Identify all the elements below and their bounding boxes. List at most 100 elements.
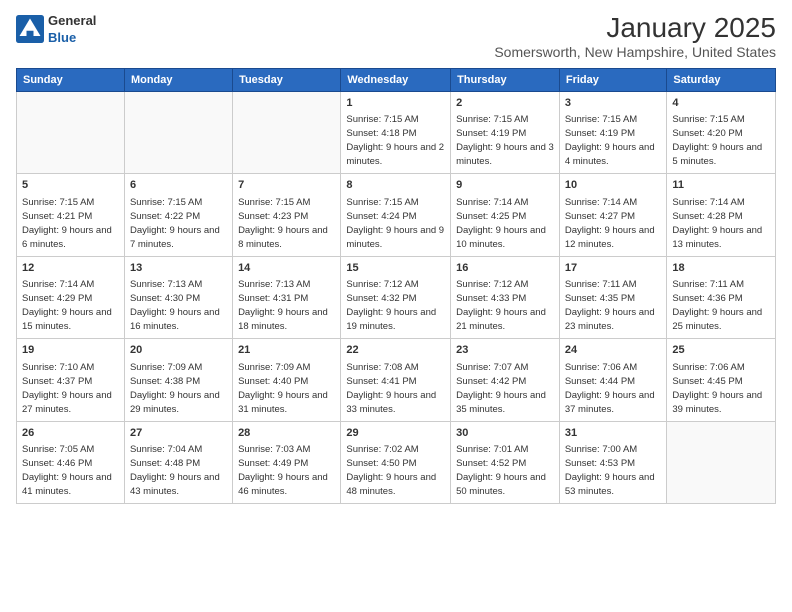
day-info: Sunrise: 7:08 AMSunset: 4:41 PMDaylight:… [346,362,436,415]
day-info: Sunrise: 7:12 AMSunset: 4:32 PMDaylight:… [346,279,436,332]
week-row-2: 5 Sunrise: 7:15 AMSunset: 4:21 PMDayligh… [17,174,776,256]
calendar-cell-w2-d2: 7 Sunrise: 7:15 AMSunset: 4:23 PMDayligh… [233,174,341,256]
day-info: Sunrise: 7:05 AMSunset: 4:46 PMDaylight:… [22,444,112,497]
calendar-cell-w2-d0: 5 Sunrise: 7:15 AMSunset: 4:21 PMDayligh… [17,174,125,256]
day-number: 22 [346,343,445,358]
week-row-1: 1 Sunrise: 7:15 AMSunset: 4:18 PMDayligh… [17,92,776,174]
calendar-cell-w3-d4: 16 Sunrise: 7:12 AMSunset: 4:33 PMDaylig… [451,256,560,338]
day-info: Sunrise: 7:09 AMSunset: 4:38 PMDaylight:… [130,362,220,415]
calendar-cell-w5-d0: 26 Sunrise: 7:05 AMSunset: 4:46 PMDaylig… [17,421,125,503]
col-wednesday: Wednesday [341,69,451,92]
calendar-cell-w5-d4: 30 Sunrise: 7:01 AMSunset: 4:52 PMDaylig… [451,421,560,503]
calendar-cell-w4-d1: 20 Sunrise: 7:09 AMSunset: 4:38 PMDaylig… [124,339,232,421]
week-row-4: 19 Sunrise: 7:10 AMSunset: 4:37 PMDaylig… [17,339,776,421]
day-number: 9 [456,178,554,193]
calendar-cell-w5-d5: 31 Sunrise: 7:00 AMSunset: 4:53 PMDaylig… [559,421,667,503]
calendar-cell-w1-d2 [233,92,341,174]
calendar-cell-w3-d1: 13 Sunrise: 7:13 AMSunset: 4:30 PMDaylig… [124,256,232,338]
calendar-cell-w1-d5: 3 Sunrise: 7:15 AMSunset: 4:19 PMDayligh… [559,92,667,174]
day-number: 4 [672,96,770,111]
calendar-cell-w3-d5: 17 Sunrise: 7:11 AMSunset: 4:35 PMDaylig… [559,256,667,338]
calendar-cell-w2-d3: 8 Sunrise: 7:15 AMSunset: 4:24 PMDayligh… [341,174,451,256]
day-number: 8 [346,178,445,193]
calendar-cell-w3-d6: 18 Sunrise: 7:11 AMSunset: 4:36 PMDaylig… [667,256,776,338]
day-info: Sunrise: 7:10 AMSunset: 4:37 PMDaylight:… [22,362,112,415]
calendar-cell-w4-d0: 19 Sunrise: 7:10 AMSunset: 4:37 PMDaylig… [17,339,125,421]
day-info: Sunrise: 7:00 AMSunset: 4:53 PMDaylight:… [565,444,655,497]
calendar-cell-w2-d4: 9 Sunrise: 7:14 AMSunset: 4:25 PMDayligh… [451,174,560,256]
day-info: Sunrise: 7:14 AMSunset: 4:25 PMDaylight:… [456,197,546,250]
day-number: 16 [456,261,554,276]
day-number: 7 [238,178,335,193]
day-number: 24 [565,343,662,358]
day-info: Sunrise: 7:04 AMSunset: 4:48 PMDaylight:… [130,444,220,497]
day-number: 29 [346,426,445,441]
day-number: 18 [672,261,770,276]
calendar-cell-w1-d6: 4 Sunrise: 7:15 AMSunset: 4:20 PMDayligh… [667,92,776,174]
day-number: 1 [346,96,445,111]
day-number: 12 [22,261,119,276]
calendar-cell-w4-d4: 23 Sunrise: 7:07 AMSunset: 4:42 PMDaylig… [451,339,560,421]
page: General Blue January 2025 Somersworth, N… [0,0,792,612]
month-title: January 2025 [494,12,776,44]
day-number: 30 [456,426,554,441]
day-info: Sunrise: 7:11 AMSunset: 4:36 PMDaylight:… [672,279,762,332]
col-friday: Friday [559,69,667,92]
calendar-cell-w1-d4: 2 Sunrise: 7:15 AMSunset: 4:19 PMDayligh… [451,92,560,174]
calendar-cell-w3-d3: 15 Sunrise: 7:12 AMSunset: 4:32 PMDaylig… [341,256,451,338]
logo-text: General Blue [48,12,96,46]
calendar-cell-w5-d1: 27 Sunrise: 7:04 AMSunset: 4:48 PMDaylig… [124,421,232,503]
day-number: 19 [22,343,119,358]
day-info: Sunrise: 7:14 AMSunset: 4:28 PMDaylight:… [672,197,762,250]
day-number: 6 [130,178,227,193]
logo-blue: Blue [48,29,96,46]
col-monday: Monday [124,69,232,92]
day-info: Sunrise: 7:15 AMSunset: 4:18 PMDaylight:… [346,114,444,167]
day-info: Sunrise: 7:15 AMSunset: 4:19 PMDaylight:… [456,114,554,167]
day-info: Sunrise: 7:02 AMSunset: 4:50 PMDaylight:… [346,444,436,497]
logo: General Blue [16,12,96,46]
calendar-cell-w5-d2: 28 Sunrise: 7:03 AMSunset: 4:49 PMDaylig… [233,421,341,503]
logo-general: General [48,12,96,29]
calendar-cell-w3-d2: 14 Sunrise: 7:13 AMSunset: 4:31 PMDaylig… [233,256,341,338]
day-number: 5 [22,178,119,193]
day-number: 11 [672,178,770,193]
day-info: Sunrise: 7:13 AMSunset: 4:30 PMDaylight:… [130,279,220,332]
day-info: Sunrise: 7:07 AMSunset: 4:42 PMDaylight:… [456,362,546,415]
day-number: 10 [565,178,662,193]
calendar-cell-w3-d0: 12 Sunrise: 7:14 AMSunset: 4:29 PMDaylig… [17,256,125,338]
col-saturday: Saturday [667,69,776,92]
logo-icon [16,15,44,43]
day-info: Sunrise: 7:15 AMSunset: 4:24 PMDaylight:… [346,197,444,250]
day-number: 17 [565,261,662,276]
calendar-cell-w4-d3: 22 Sunrise: 7:08 AMSunset: 4:41 PMDaylig… [341,339,451,421]
day-info: Sunrise: 7:15 AMSunset: 4:19 PMDaylight:… [565,114,655,167]
day-info: Sunrise: 7:15 AMSunset: 4:21 PMDaylight:… [22,197,112,250]
col-thursday: Thursday [451,69,560,92]
col-sunday: Sunday [17,69,125,92]
calendar-cell-w4-d6: 25 Sunrise: 7:06 AMSunset: 4:45 PMDaylig… [667,339,776,421]
day-info: Sunrise: 7:09 AMSunset: 4:40 PMDaylight:… [238,362,328,415]
day-info: Sunrise: 7:14 AMSunset: 4:29 PMDaylight:… [22,279,112,332]
calendar-cell-w4-d2: 21 Sunrise: 7:09 AMSunset: 4:40 PMDaylig… [233,339,341,421]
calendar-cell-w5-d3: 29 Sunrise: 7:02 AMSunset: 4:50 PMDaylig… [341,421,451,503]
day-info: Sunrise: 7:03 AMSunset: 4:49 PMDaylight:… [238,444,328,497]
calendar-cell-w4-d5: 24 Sunrise: 7:06 AMSunset: 4:44 PMDaylig… [559,339,667,421]
day-info: Sunrise: 7:11 AMSunset: 4:35 PMDaylight:… [565,279,655,332]
day-info: Sunrise: 7:15 AMSunset: 4:23 PMDaylight:… [238,197,328,250]
calendar-cell-w5-d6 [667,421,776,503]
day-number: 21 [238,343,335,358]
calendar-cell-w1-d0 [17,92,125,174]
day-info: Sunrise: 7:15 AMSunset: 4:20 PMDaylight:… [672,114,762,167]
calendar-cell-w1-d1 [124,92,232,174]
day-number: 26 [22,426,119,441]
calendar-header-row: Sunday Monday Tuesday Wednesday Thursday… [17,69,776,92]
week-row-5: 26 Sunrise: 7:05 AMSunset: 4:46 PMDaylig… [17,421,776,503]
day-number: 20 [130,343,227,358]
calendar-cell-w2-d5: 10 Sunrise: 7:14 AMSunset: 4:27 PMDaylig… [559,174,667,256]
day-number: 14 [238,261,335,276]
week-row-3: 12 Sunrise: 7:14 AMSunset: 4:29 PMDaylig… [17,256,776,338]
day-number: 27 [130,426,227,441]
day-number: 25 [672,343,770,358]
day-number: 13 [130,261,227,276]
